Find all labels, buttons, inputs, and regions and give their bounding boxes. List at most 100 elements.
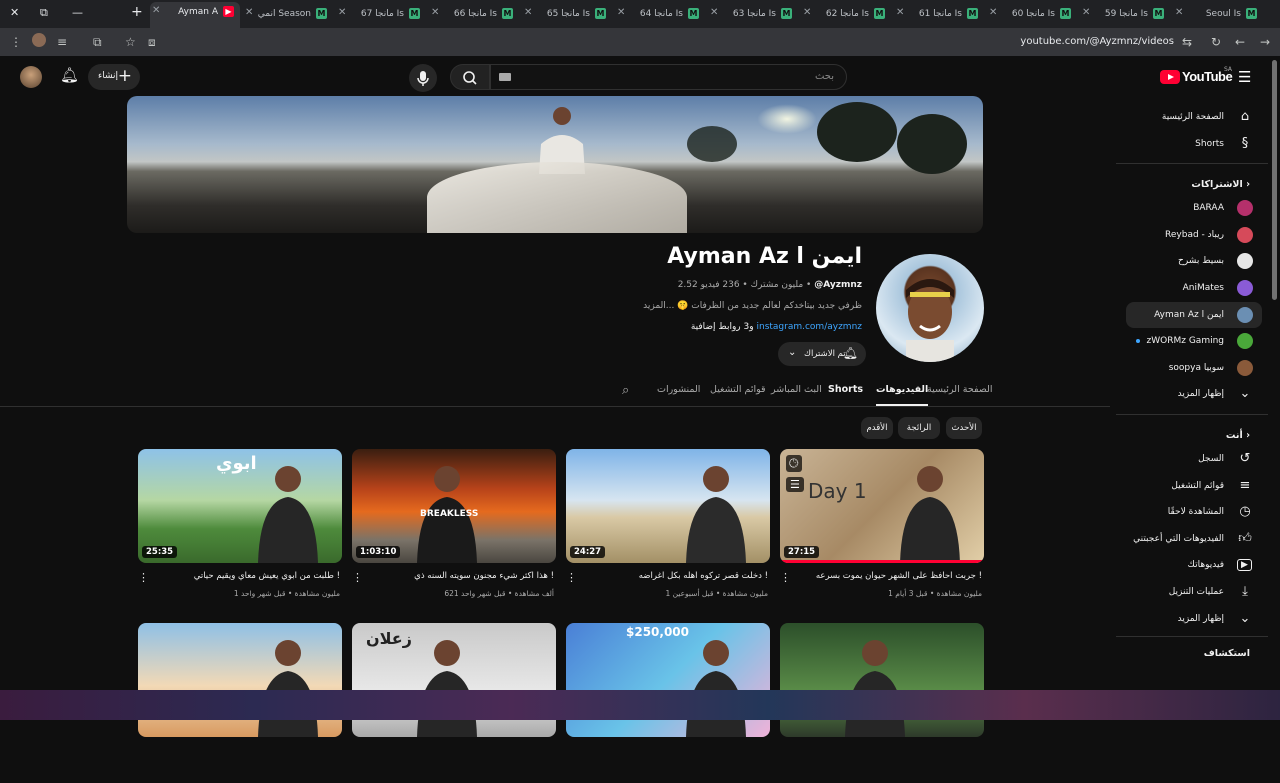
media-control-icon[interactable]: ≡ [57,35,67,49]
sidebar-item[interactable]: إظهار المزيد ⌄ [1126,606,1262,632]
reload-icon[interactable]: ↻ [1211,35,1221,49]
watch-later-icon[interactable]: 🕒︎ [786,455,802,472]
tab-close-icon[interactable]: ✕ [1082,7,1090,18]
sidebar-item[interactable]: AniMates [1126,275,1262,301]
video-title[interactable]: دخلت قصر تركوه اهله بكل اغراضه ! [578,571,768,581]
voice-search-button[interactable] [409,64,437,92]
tab-close-icon[interactable]: ✕ [338,7,346,18]
notifications-bell-icon[interactable]: 🔔︎ [60,66,79,84]
tab-close-icon[interactable]: ✕ [710,7,718,18]
tab-close-icon[interactable]: ✕ [896,7,904,18]
sort-chip[interactable]: الأقدم [861,417,893,439]
tab-close-icon[interactable]: ✕ [617,7,625,18]
channel-links-more[interactable]: و3 روابط إضافية [691,322,754,332]
video-thumbnail[interactable]: ابوي 25:35 [138,449,342,563]
bookmark-star-icon[interactable]: ☆ [125,35,136,49]
forward-icon[interactable]: → [1260,35,1270,49]
add-to-queue-icon[interactable]: ☰ [786,477,804,492]
sidebar-item[interactable]: فيديوهاتك ▶ [1126,552,1262,578]
browser-tab[interactable]: ✕ Ayman A ▶ [150,2,240,28]
browser-tab[interactable]: ✕ أنمي Season M [243,4,333,24]
search-button[interactable] [450,64,490,90]
hamburger-menu-icon[interactable]: ☰ [1238,68,1251,86]
sidebar-item[interactable]: السجل ↺ [1126,446,1262,472]
video-more-icon[interactable]: ⋮ [566,571,577,584]
browser-tab[interactable]: ✕ مانجا 64 Is M [615,4,705,24]
browser-tab[interactable]: ✕ مانجا 63 Is M [708,4,798,24]
channel-avatar[interactable] [876,254,984,362]
profile-avatar-icon[interactable] [32,33,46,47]
keyboard-icon[interactable] [499,73,511,81]
more-menu-icon[interactable]: ⋮ [10,35,22,49]
channel-tab[interactable]: Shorts [828,384,863,395]
channel-tab[interactable]: الفيديوهات [876,384,929,406]
video-more-icon[interactable]: ⋮ [138,571,149,584]
channel-description[interactable]: ظرفي جديد بيتاخدكم لعالم جديد من الظرفات… [643,301,862,311]
tab-close-icon[interactable]: ✕ [989,7,997,18]
new-tab-icon[interactable]: + [131,4,143,20]
browser-tab[interactable]: ✕ مانجا 59 Is M [1080,4,1170,24]
sidebar-item[interactable]: قوائم التشغيل ≡ [1126,473,1262,499]
video-title[interactable]: جربت احافظ على الشهر حيوان يموت بسرعه ! [792,571,982,581]
video-thumbnail[interactable]: BREAKLESS 1:03:10 [352,449,556,563]
browser-tab[interactable]: ✕ مانجا 60 Is M [987,4,1077,24]
tab-close-icon[interactable]: ✕ [152,5,160,16]
video-thumbnail[interactable]: 24:27 [566,449,770,563]
video-card[interactable]: BREAKLESS 1:03:10 هذا اكثر شيء مجنون سويته… [352,449,556,609]
tab-close-icon[interactable]: ✕ [803,7,811,18]
restore-window-icon[interactable]: ⧉ [40,6,48,20]
back-icon[interactable]: ← [1235,35,1245,49]
video-title[interactable]: هذا اكثر شيء مجنون سويته السنه ذي ! [364,571,554,581]
browser-tab[interactable]: ✕ مانجا 62 Is M [801,4,891,24]
create-button[interactable]: إنشاء + [88,64,140,90]
minimize-window-icon[interactable]: — [72,6,83,19]
sort-chip[interactable]: الأحدث [946,417,982,439]
video-more-icon[interactable]: ⋮ [352,571,363,584]
sidebar-item[interactable]: المشاهدة لاحقًا ◷ [1126,499,1262,525]
tab-close-icon[interactable]: ✕ [245,7,253,18]
browser-tab[interactable]: ✕ مانجا 61 Is M [894,4,984,24]
you-heading[interactable]: أنت › [1226,430,1250,441]
install-app-icon[interactable]: ⧈ [148,35,156,50]
sidebar-item[interactable]: إظهار المزيد ⌄ [1126,381,1262,407]
subscriptions-heading[interactable]: الاشتراكات › [1191,179,1250,190]
sidebar-item[interactable]: BARAA [1126,195,1262,221]
channel-tab[interactable]: البث المباشر [771,384,822,395]
tab-close-icon[interactable]: ✕ [1175,7,1183,18]
channel-search-icon[interactable]: ⌕ [622,383,629,398]
close-window-icon[interactable]: ✕ [10,6,19,19]
sort-chip[interactable]: الرائجة [898,417,940,439]
channel-tab[interactable]: المنشورات [657,384,700,395]
video-card[interactable]: 24:27 دخلت قصر تركوه اهله بكل اغراضه ! 1 م… [566,449,770,609]
browser-tab[interactable]: ✕ مانجا 67 Is M [336,4,426,24]
sidebar-item[interactable]: بسيط بشرح [1126,248,1262,274]
search-input[interactable]: بحث [490,64,847,90]
scrollbar[interactable] [1272,60,1277,300]
channel-tab[interactable]: الصفحة الرئيسية [927,384,993,395]
extensions-icon[interactable]: ⧉ [93,35,102,50]
sidebar-item[interactable]: Ayman Az l ايمن [1126,301,1262,328]
tab-close-icon[interactable]: ✕ [524,7,532,18]
video-card[interactable]: ابوي 25:35 طلبت من ابوي يعيش معاي ويقيم حي… [138,449,342,609]
account-avatar[interactable] [20,66,42,88]
sidebar-item[interactable]: soopya سوبيا [1126,355,1262,381]
video-title[interactable]: طلبت من ابوي يعيش معاي ويقيم حياتي ! [150,571,340,581]
sidebar-item[interactable]: Shorts § [1126,131,1262,157]
video-more-icon[interactable]: ⋮ [780,571,791,584]
browser-tab[interactable]: ✕ Seoul Is M [1173,4,1263,24]
channel-link[interactable]: instagram.com/ayzmnz [756,322,862,332]
subscribed-button[interactable]: ⌄ تم الاشتراك 🔔︎ [778,342,866,366]
url-text[interactable]: youtube.com/@Ayzmnz/videos [1020,36,1174,47]
browser-tab[interactable]: ✕ مانجا 66 Is M [429,4,519,24]
sidebar-item[interactable]: zWORMz Gaming [1126,328,1262,354]
video-thumbnail[interactable]: Day 1 🕒︎ ☰ 27:15 [780,449,984,563]
sidebar-item[interactable]: الصفحة الرئيسية ⌂ [1126,104,1262,130]
sidebar-item[interactable]: الفيديوهات التي أعجبتني 👍︎ [1126,526,1262,552]
sidebar-item[interactable]: عمليات التنزيل ⤓ [1126,579,1262,605]
tab-close-icon[interactable]: ✕ [431,7,439,18]
site-settings-icon[interactable]: ⇆ [1182,35,1192,49]
sidebar-item[interactable]: Reybad - ريباد [1126,222,1262,248]
channel-tab[interactable]: قوائم التشغيل [710,384,766,395]
video-card[interactable]: Day 1 🕒︎ ☰ 27:15 جربت احافظ على الشهر حيوان … [780,449,984,609]
browser-tab[interactable]: ✕ مانجا 65 Is M [522,4,612,24]
